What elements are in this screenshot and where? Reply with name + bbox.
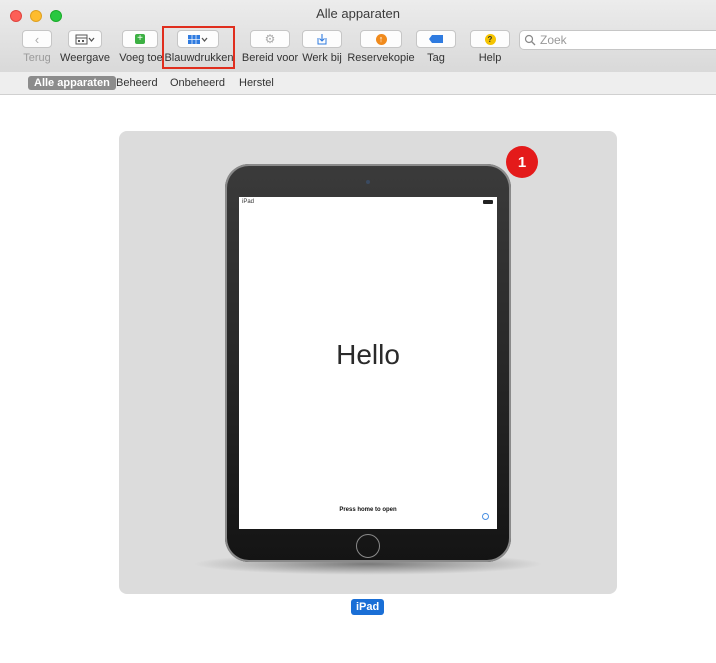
press-home-text: Press home to open	[339, 507, 397, 513]
ipad-device-image[interactable]: iPad Hello Press home to open	[225, 164, 511, 562]
plus-icon: +	[135, 34, 145, 44]
title-bar: Alle apparaten ‹ Terug Weergave + Voeg t…	[0, 0, 716, 73]
scope-unmanaged[interactable]: Onbeheerd	[164, 76, 231, 90]
view-label: Weergave	[60, 52, 110, 64]
highlight-box	[162, 26, 235, 69]
ipad-screen: iPad Hello Press home to open	[239, 197, 497, 529]
calendar-grid-icon	[75, 34, 95, 44]
back-label: Terug	[23, 52, 51, 64]
scope-recovery[interactable]: Herstel	[233, 76, 280, 90]
tag-label: Tag	[427, 52, 445, 64]
download-tray-icon	[317, 34, 327, 45]
hello-text: Hello	[336, 339, 400, 370]
home-button-icon	[356, 534, 380, 558]
update-label: Werk bij	[302, 52, 342, 64]
prepare-button[interactable]: ⚙	[250, 30, 290, 48]
question-icon: ?	[484, 33, 496, 45]
search-icon	[524, 34, 536, 46]
help-button[interactable]: ?	[470, 30, 510, 48]
search-field[interactable]: Zoek	[519, 30, 716, 50]
screen-status-label: iPad	[242, 199, 255, 205]
backup-label: Reservekopie	[347, 52, 415, 64]
help-label: Help	[478, 52, 502, 64]
prepare-label: Bereid voor	[241, 52, 299, 64]
add-button[interactable]: +	[122, 30, 158, 48]
scope-managed[interactable]: Beheerd	[110, 76, 164, 90]
backup-arrow-icon: ↑	[375, 33, 387, 45]
update-button[interactable]	[302, 30, 342, 48]
battery-icon	[483, 200, 493, 204]
chevron-left-icon: ‹	[34, 31, 40, 47]
device-name-label[interactable]: iPad	[351, 599, 385, 615]
tag-icon	[429, 35, 443, 43]
info-icon	[482, 513, 489, 520]
scope-bar: Alle apparaten Beheerd Onbeheerd Herstel	[0, 72, 716, 95]
tag-button[interactable]	[416, 30, 456, 48]
step-badge: 1	[506, 146, 538, 178]
view-button[interactable]	[68, 30, 102, 48]
search-placeholder: Zoek	[540, 33, 567, 47]
back-button[interactable]: ‹	[22, 30, 52, 48]
window-title: Alle apparaten	[316, 6, 400, 21]
camera-icon	[366, 180, 370, 184]
gear-icon: ⚙	[264, 32, 276, 46]
add-label: Voeg toe	[119, 52, 163, 64]
backup-button[interactable]: ↑	[360, 30, 402, 48]
scope-all-devices[interactable]: Alle apparaten	[28, 76, 116, 90]
